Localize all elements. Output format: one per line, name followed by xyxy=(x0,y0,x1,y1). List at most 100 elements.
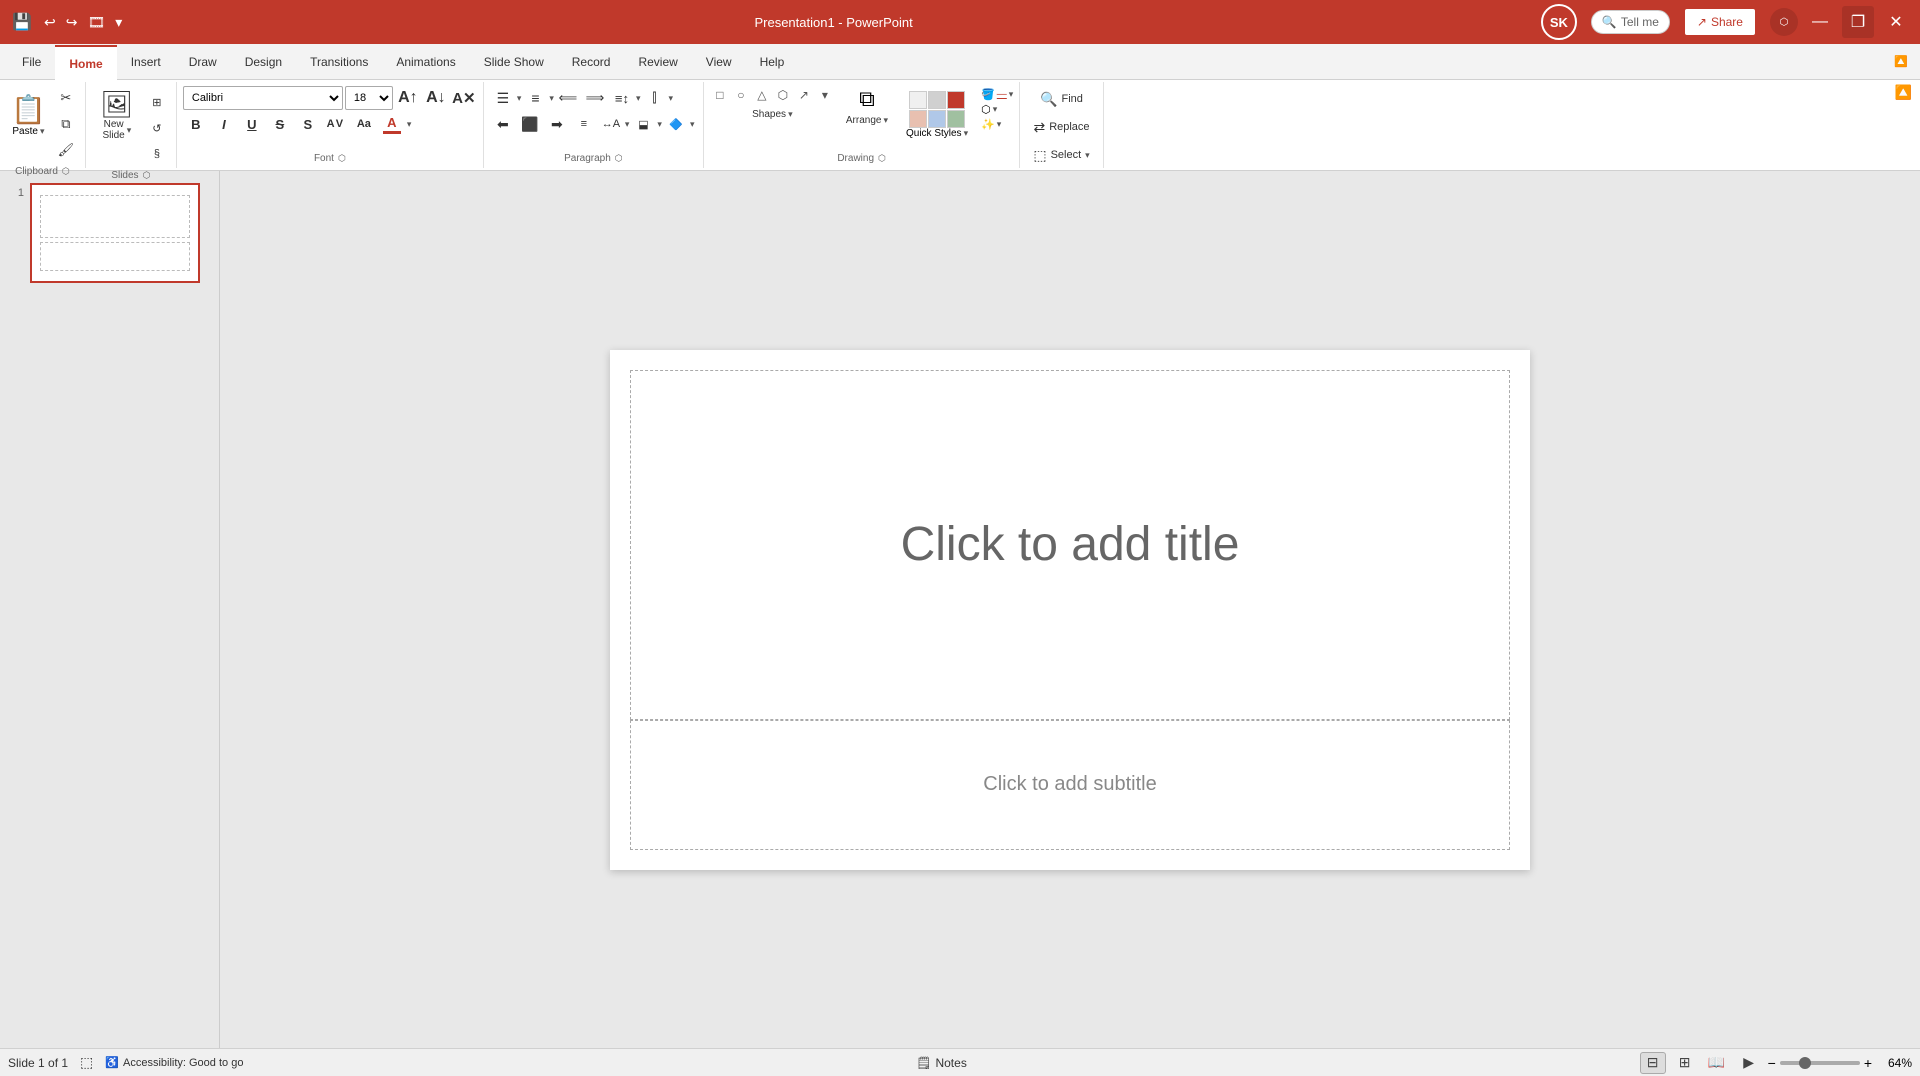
paste-dropdown-arrow[interactable]: ▾ xyxy=(40,126,45,137)
slide-thumbnail-1[interactable]: 1 xyxy=(4,179,215,287)
zoom-in-button[interactable]: + xyxy=(1864,1055,1872,1071)
shapes-button[interactable]: Shapes ▾ xyxy=(747,106,797,123)
collapse-ribbon-button[interactable]: 🔼 xyxy=(1890,51,1912,72)
drawing-expand-icon[interactable]: ⬡ xyxy=(878,153,886,164)
tab-file[interactable]: File xyxy=(8,44,55,80)
arrange-button[interactable]: Arrange ▾ xyxy=(841,112,893,129)
slide-subtitle-textbox[interactable]: Click to add subtitle xyxy=(630,720,1510,850)
tab-review[interactable]: Review xyxy=(624,44,691,80)
font-family-select[interactable]: Calibri xyxy=(183,86,343,110)
font-size-select[interactable]: 18 xyxy=(345,86,393,110)
justify-button[interactable]: ≡ xyxy=(571,112,597,136)
zoom-out-button[interactable]: − xyxy=(1768,1055,1776,1071)
slide-thumb-image[interactable] xyxy=(30,183,200,283)
align-right-button[interactable]: ➡ xyxy=(544,112,570,136)
tab-help[interactable]: Help xyxy=(746,44,799,80)
align-text-dropdown[interactable]: ▾ xyxy=(657,119,662,130)
effects-dropdown[interactable]: ▾ xyxy=(997,119,1002,130)
shape-item[interactable]: △ xyxy=(752,86,772,104)
tab-view[interactable]: View xyxy=(692,44,746,80)
change-case-button[interactable]: Aa xyxy=(351,112,377,136)
decrease-indent-button[interactable]: ⟸ xyxy=(555,86,581,110)
quick-styles-button[interactable]: Quick Styles ▾ xyxy=(899,86,975,144)
copy-button[interactable]: ⧉ xyxy=(53,112,79,136)
shape-fill-button[interactable]: 🪣 — ▾ xyxy=(981,88,1013,101)
qs-item[interactable] xyxy=(947,110,965,128)
tab-home[interactable]: Home xyxy=(55,45,116,81)
font-shrink-button[interactable]: A↓ xyxy=(423,86,449,110)
increase-indent-button[interactable]: ⟹ xyxy=(582,86,608,110)
numbering-dropdown[interactable]: ▾ xyxy=(549,93,554,104)
underline-button[interactable]: U xyxy=(239,112,265,136)
presentation-icon[interactable]: 🎞 xyxy=(83,10,109,35)
character-spacing-button[interactable]: AV xyxy=(323,112,349,136)
reset-button[interactable]: ↺ xyxy=(144,116,170,140)
minimize-button[interactable]: — xyxy=(1804,6,1836,38)
numbering-button[interactable]: ≡ xyxy=(522,86,548,110)
tab-slideshow[interactable]: Slide Show xyxy=(470,44,558,80)
align-left-button[interactable]: ⬅ xyxy=(490,112,516,136)
bullets-dropdown[interactable]: ▾ xyxy=(517,93,522,104)
zoom-slider[interactable] xyxy=(1780,1061,1860,1065)
share-button[interactable]: ↗ Share xyxy=(1684,8,1756,36)
line-spacing-button[interactable]: ≡↕ xyxy=(609,86,635,110)
arrange-icon[interactable]: ⧉ xyxy=(859,86,875,112)
outline-dropdown[interactable]: ▾ xyxy=(993,104,998,115)
format-painter-button[interactable]: 🖌 xyxy=(53,138,79,162)
reading-view-button[interactable]: 📖 xyxy=(1704,1052,1730,1074)
zoom-level[interactable]: 64% xyxy=(1876,1056,1912,1070)
tab-transitions[interactable]: Transitions xyxy=(296,44,382,80)
restore-button[interactable]: ❐ xyxy=(1842,6,1874,38)
tell-me-bar[interactable]: 🔍 Tell me xyxy=(1591,10,1670,34)
qs-item[interactable] xyxy=(909,91,927,109)
shape-item[interactable]: ▾ xyxy=(815,86,835,104)
slide-title-textbox[interactable]: Click to add title xyxy=(630,370,1510,720)
clear-formatting-button[interactable]: A✕ xyxy=(451,86,477,110)
shape-effects-button[interactable]: ✨ ▾ xyxy=(981,118,1013,131)
tab-insert[interactable]: Insert xyxy=(117,44,175,80)
select-dropdown[interactable]: ▾ xyxy=(1085,150,1090,161)
slide-title-placeholder[interactable]: Click to add title xyxy=(901,517,1240,572)
replace-button[interactable]: ⇄ Replace xyxy=(1026,114,1096,140)
slides-expand-icon[interactable]: ⬡ xyxy=(143,170,151,181)
shape-item[interactable]: ○ xyxy=(731,86,751,104)
new-slide-button[interactable]: 🖼 NewSlide ▾ xyxy=(92,86,142,146)
qs-item[interactable] xyxy=(928,91,946,109)
focus-mode-button[interactable]: ⬡ xyxy=(1770,8,1798,36)
arrange-dropdown[interactable]: ▾ xyxy=(883,115,888,126)
tab-draw[interactable]: Draw xyxy=(175,44,231,80)
cut-button[interactable]: ✂ xyxy=(53,86,79,110)
redo-button[interactable]: ↪ xyxy=(62,10,82,35)
tab-record[interactable]: Record xyxy=(558,44,625,80)
tab-design[interactable]: Design xyxy=(231,44,296,80)
paste-button[interactable]: 📋 Paste ▾ xyxy=(6,86,51,144)
font-expand-icon[interactable]: ⬡ xyxy=(338,153,346,164)
align-text-button[interactable]: ⬓ xyxy=(630,112,656,136)
accessibility-badge[interactable]: ♿ Accessibility: Good to go xyxy=(105,1056,243,1069)
text-shadow-button[interactable]: S xyxy=(295,112,321,136)
normal-view-button[interactable]: ⊟ xyxy=(1640,1052,1666,1074)
italic-button[interactable]: I xyxy=(211,112,237,136)
shapes-dropdown[interactable]: ▾ xyxy=(788,109,793,120)
shape-outline-button[interactable]: ⬡ ▾ xyxy=(981,103,1013,116)
smartart-button[interactable]: 🔷 xyxy=(663,112,689,136)
slide-subtitle-placeholder[interactable]: Click to add subtitle xyxy=(983,773,1156,796)
layout-button[interactable]: ⊞ xyxy=(144,90,170,114)
qs-item[interactable] xyxy=(928,110,946,128)
font-color-button[interactable]: A xyxy=(379,112,405,136)
bullets-button[interactable]: ☰ xyxy=(490,86,516,110)
slideshow-view-button[interactable]: ▶ xyxy=(1736,1052,1762,1074)
collapse-ribbon-button[interactable]: 🔼 xyxy=(1891,80,1916,105)
quick-access-dropdown[interactable]: ▾ xyxy=(111,10,126,35)
save-button[interactable]: 💾 xyxy=(8,8,36,36)
shape-item[interactable]: ↗ xyxy=(794,86,814,104)
undo-button[interactable]: ↩ xyxy=(40,10,60,35)
slide-sorter-button[interactable]: ⊞ xyxy=(1672,1052,1698,1074)
close-button[interactable]: ✕ xyxy=(1880,6,1912,38)
new-slide-dropdown[interactable]: ▾ xyxy=(127,125,132,136)
qs-item[interactable] xyxy=(947,91,965,109)
bold-button[interactable]: B xyxy=(183,112,209,136)
slide-notes-toggle-icon[interactable]: ⬚ xyxy=(80,1054,93,1071)
font-grow-button[interactable]: A↑ xyxy=(395,86,421,110)
tab-animations[interactable]: Animations xyxy=(382,44,469,80)
